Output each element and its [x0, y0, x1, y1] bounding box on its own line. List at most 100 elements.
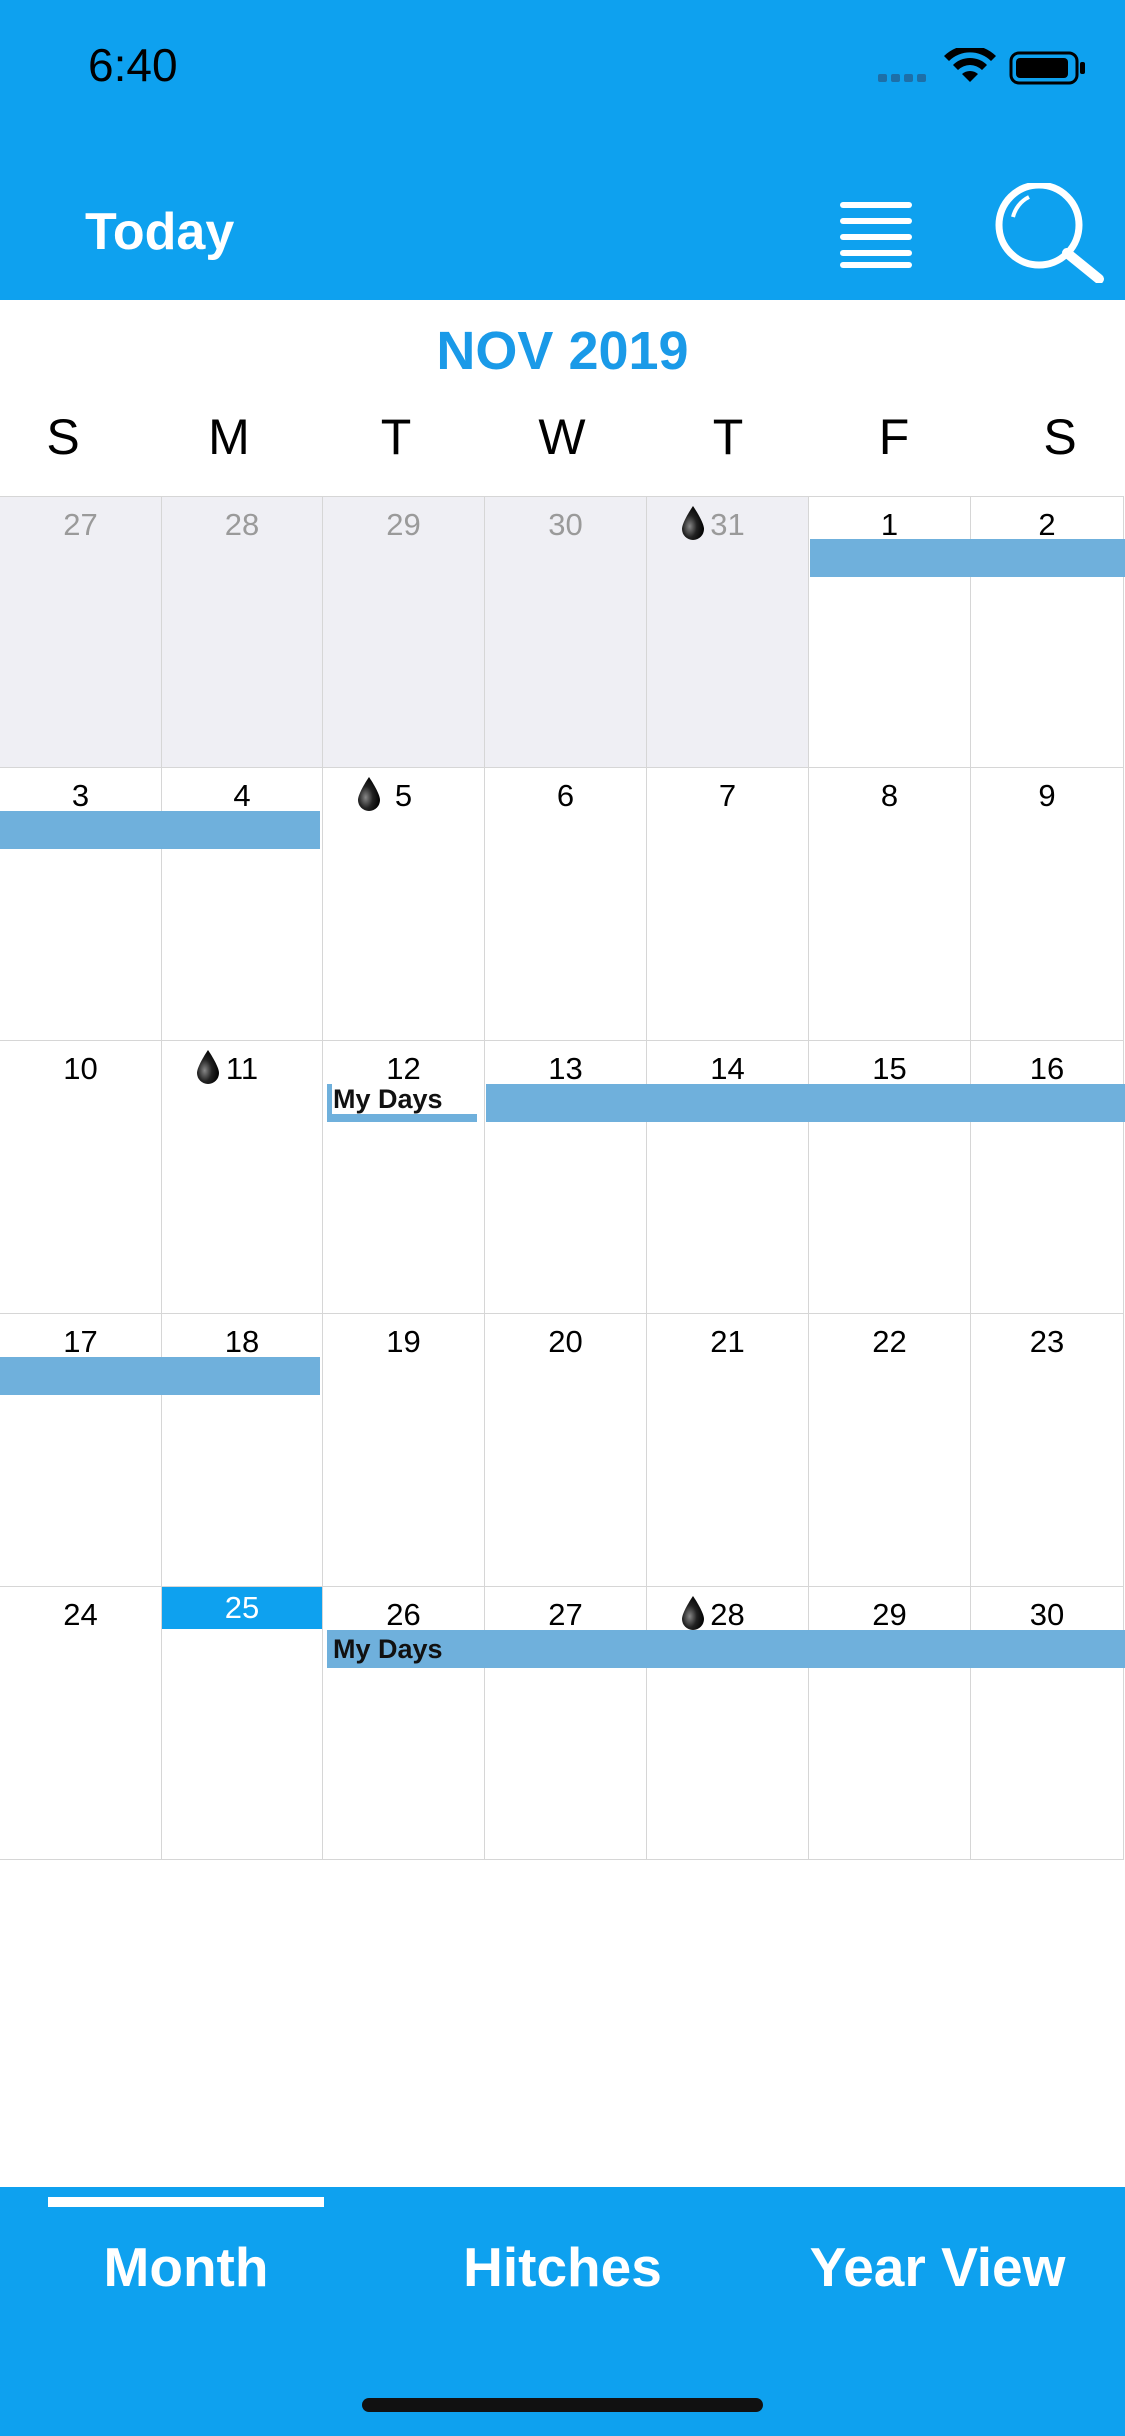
day-cell[interactable]: 19: [323, 1314, 485, 1587]
search-icon[interactable]: [995, 183, 1105, 283]
day-cell[interactable]: 6: [485, 768, 647, 1041]
month-title: NOV 2019: [436, 321, 689, 381]
drop-icon: [197, 1050, 219, 1084]
status-time: 6:40: [88, 39, 178, 91]
tab-year-view[interactable]: Year View: [790, 2232, 1085, 2302]
day-number: 9: [1038, 778, 1056, 813]
day-cell[interactable]: 1: [809, 496, 971, 768]
tab-month[interactable]: Month: [48, 2232, 324, 2302]
month-grid: 27 28 29 30 31 1 2 3 4 5 6 7 8 9 10 11 12 13 14 15 16 17 18 19 2…: [0, 496, 1125, 1860]
day-number: 28: [710, 1597, 745, 1632]
day-cell[interactable]: 4: [162, 768, 323, 1041]
day-number: 30: [1029, 1597, 1065, 1632]
event-label[interactable]: My Days: [333, 1084, 443, 1114]
day-number: 29: [872, 1597, 907, 1632]
day-cell[interactable]: 10: [0, 1041, 162, 1314]
day-number: 28: [224, 507, 260, 542]
status-icons: [878, 48, 1085, 85]
day-cell[interactable]: 28: [647, 1587, 809, 1860]
day-number: 13: [548, 1051, 583, 1086]
tab-selected-indicator: [48, 2197, 324, 2207]
day-number: 23: [1029, 1324, 1065, 1359]
event-bar[interactable]: [0, 811, 320, 849]
event-bar[interactable]: [327, 1630, 1125, 1668]
day-cell[interactable]: 22: [809, 1314, 971, 1587]
day-cell[interactable]: 20: [485, 1314, 647, 1587]
event-bar[interactable]: [0, 1357, 320, 1395]
day-cell[interactable]: 2: [971, 496, 1124, 768]
day-cell[interactable]: 12: [323, 1041, 485, 1314]
menu-icon[interactable]: [838, 198, 914, 270]
day-number: 3: [71, 778, 90, 813]
day-cell[interactable]: 31: [647, 496, 809, 768]
day-number: 26: [386, 1597, 421, 1632]
navigation-bar: Today: [0, 140, 1125, 300]
tab-bar: Month Hitches Year View: [0, 2187, 1125, 2436]
day-number: 1: [880, 507, 899, 542]
day-number: 15: [872, 1051, 907, 1086]
day-number: 6: [556, 778, 575, 813]
day-number: 11: [225, 1051, 259, 1086]
day-cell[interactable]: 16: [971, 1041, 1124, 1314]
event-bar[interactable]: [486, 1084, 1125, 1122]
weekday-label: S: [46, 409, 80, 465]
weekday-label: T: [712, 409, 744, 465]
day-cell[interactable]: 25: [162, 1587, 323, 1860]
day-number: 20: [548, 1324, 583, 1359]
day-cell[interactable]: 15: [809, 1041, 971, 1314]
day-cell[interactable]: 26: [323, 1587, 485, 1860]
event-bar[interactable]: [810, 539, 1125, 577]
day-cell[interactable]: 13: [485, 1041, 647, 1314]
day-cell[interactable]: 23: [971, 1314, 1124, 1587]
wifi-icon: [944, 48, 996, 82]
day-number: 27: [63, 507, 98, 542]
day-number: 18: [224, 1324, 260, 1359]
day-number: 29: [386, 507, 421, 542]
day-number: 17: [63, 1324, 98, 1359]
day-cell[interactable]: 9: [971, 768, 1124, 1041]
day-cell[interactable]: 30: [485, 496, 647, 768]
battery-icon: [1009, 51, 1085, 85]
day-cell[interactable]: 5: [323, 768, 485, 1041]
day-cell[interactable]: 24: [0, 1587, 162, 1860]
weekday-label: M: [208, 409, 250, 465]
weekday-header: S M T W T F S: [0, 408, 1125, 478]
day-number: 31: [710, 507, 745, 542]
day-number: 27: [548, 1597, 583, 1632]
day-cell[interactable]: 17: [0, 1314, 162, 1587]
day-number: 24: [63, 1597, 98, 1632]
event-bar[interactable]: [327, 1114, 477, 1122]
home-indicator: [362, 2398, 763, 2412]
cellular-signal-icon: [878, 74, 926, 82]
weekday-label: S: [1043, 409, 1077, 465]
day-cell[interactable]: 3: [0, 768, 162, 1041]
weekday-label: W: [538, 409, 586, 465]
day-cell[interactable]: 7: [647, 768, 809, 1041]
day-number: 12: [386, 1051, 421, 1086]
day-cell[interactable]: 8: [809, 768, 971, 1041]
day-cell[interactable]: 14: [647, 1041, 809, 1314]
event-label[interactable]: My Days: [333, 1634, 443, 1664]
day-cell[interactable]: 28: [162, 496, 323, 768]
drop-icon: [682, 1596, 704, 1630]
day-number: 14: [710, 1051, 745, 1086]
day-number: 2: [1038, 507, 1056, 542]
day-cell[interactable]: 29: [323, 496, 485, 768]
drop-icon: [358, 777, 380, 811]
day-cell[interactable]: 11: [162, 1041, 323, 1314]
day-cell[interactable]: 27: [0, 496, 162, 768]
day-cell[interactable]: 27: [485, 1587, 647, 1860]
today-button[interactable]: Today: [85, 202, 234, 262]
day-number: 21: [710, 1324, 745, 1359]
day-number: 5: [394, 778, 413, 813]
day-number: 7: [718, 778, 737, 813]
weekday-label: T: [380, 409, 412, 465]
day-cell[interactable]: 18: [162, 1314, 323, 1587]
day-cell[interactable]: 30: [971, 1587, 1124, 1860]
tab-hitches[interactable]: Hitches: [420, 2232, 705, 2302]
day-cell[interactable]: 29: [809, 1587, 971, 1860]
status-bar: 6:40: [0, 0, 1125, 140]
day-cell[interactable]: 21: [647, 1314, 809, 1587]
day-number: 30: [548, 507, 583, 542]
today-day-number: 25: [162, 1587, 322, 1629]
